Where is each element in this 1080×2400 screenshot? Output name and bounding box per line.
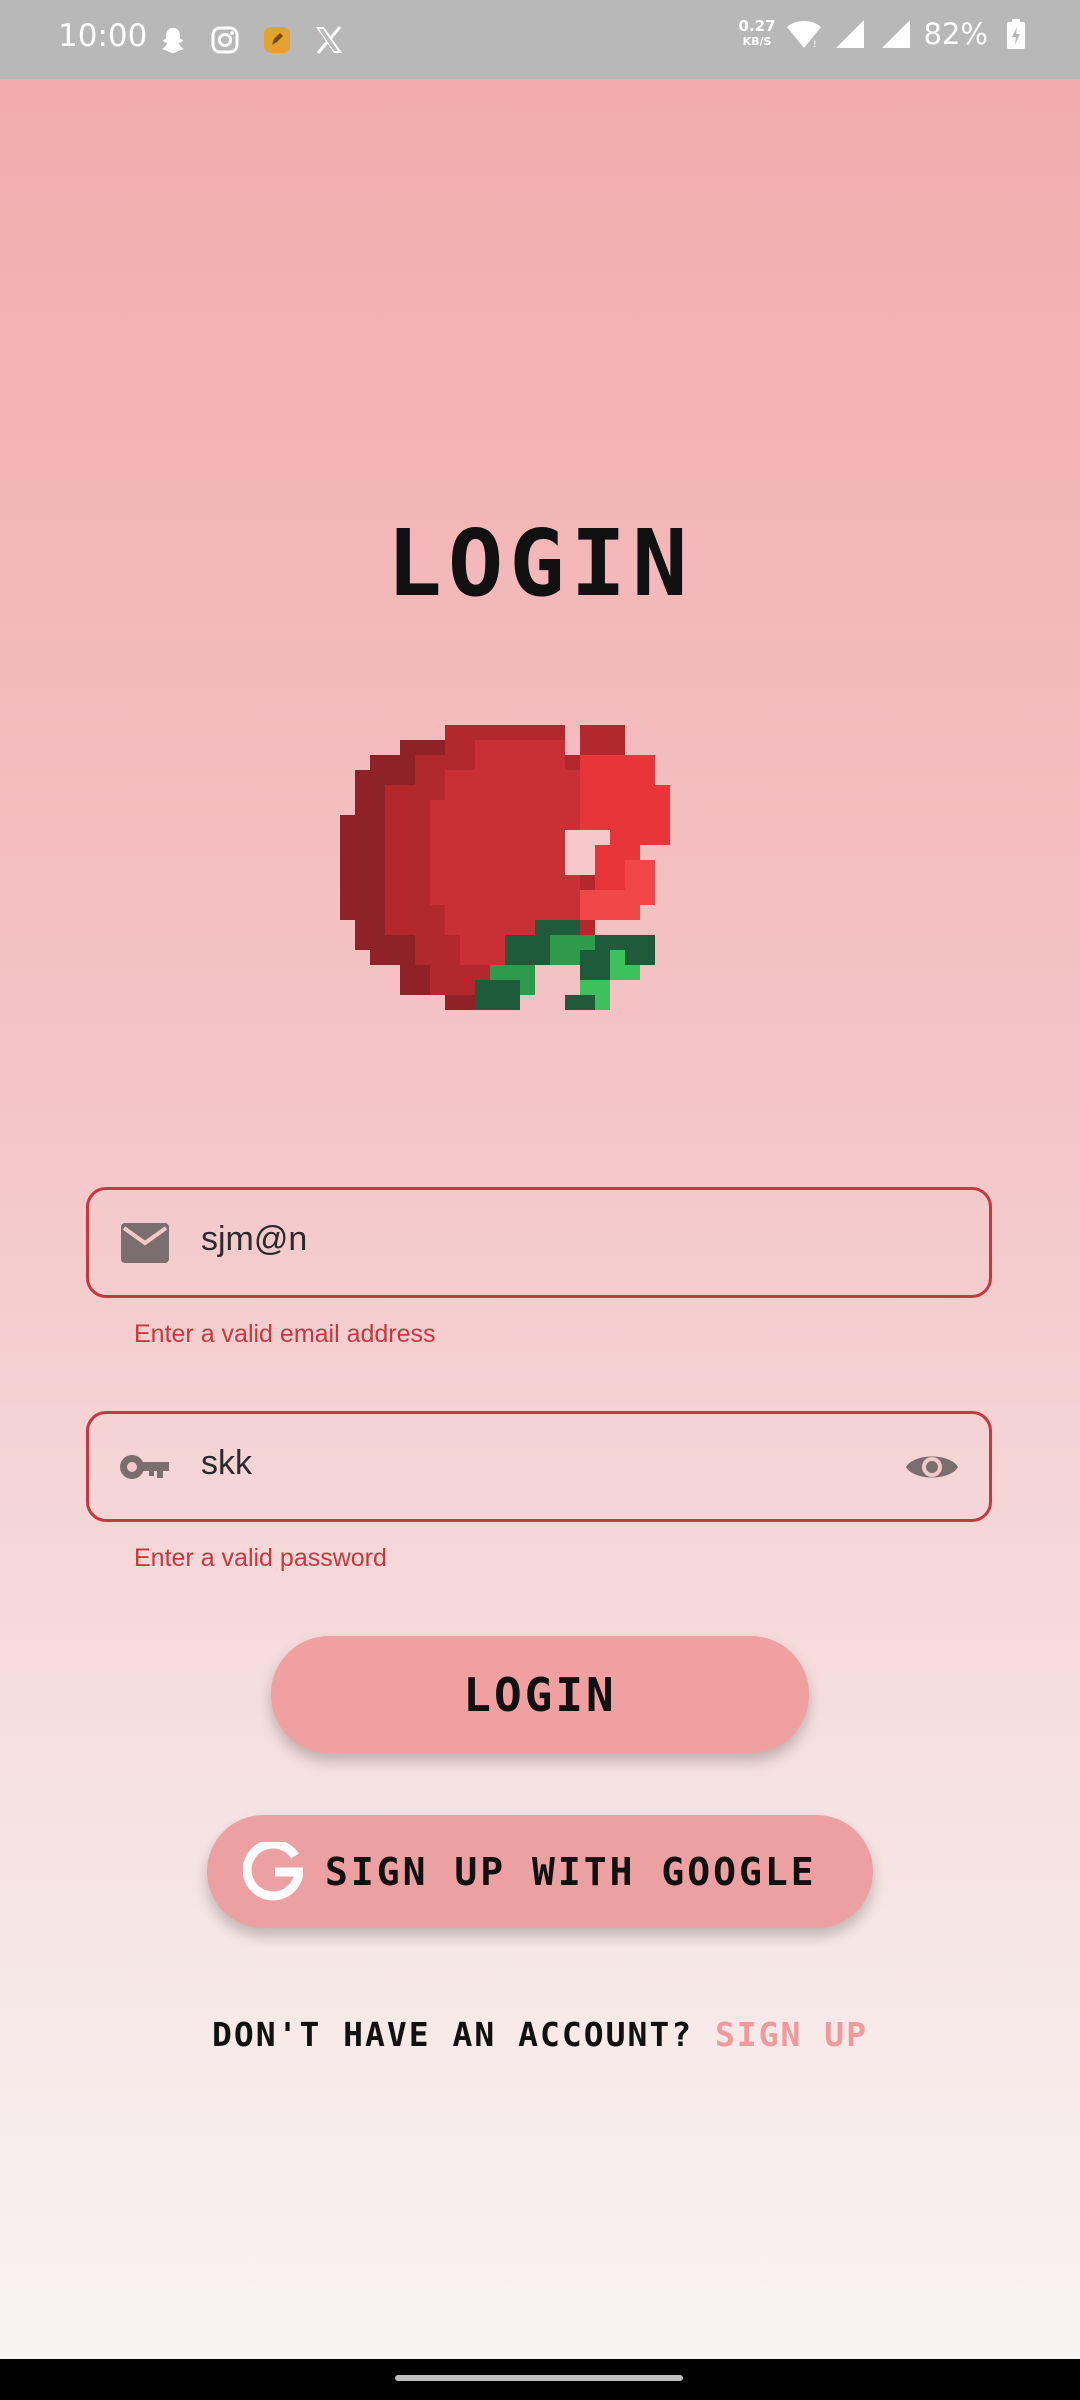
signal-icon-2 [878, 16, 914, 52]
battery-percent: 82% [923, 17, 988, 51]
network-speed-value: 0.27 [738, 17, 776, 35]
password-input[interactable] [201, 1444, 901, 1483]
apple-logo [340, 725, 670, 1010]
navigation-bar [0, 2359, 1080, 2400]
x-icon [311, 22, 347, 58]
login-screen: 10:00 0.27 KB/S ! 82% LOGIN sjm@n Enter … [0, 0, 1080, 2400]
google-icon [243, 1840, 307, 1904]
network-speed: 0.27 KB/S [739, 19, 776, 49]
status-bar: 10:00 0.27 KB/S ! 82% [0, 0, 1080, 79]
home-gesture-handle[interactable] [395, 2375, 683, 2381]
apple-highlight [565, 755, 670, 920]
key-icon [119, 1441, 171, 1493]
password-field[interactable] [86, 1411, 992, 1522]
notification-icons [155, 22, 347, 58]
login-button[interactable]: LOGIN [271, 1636, 809, 1753]
signup-link[interactable]: SIGN UP [715, 2015, 868, 2054]
email-field[interactable] [86, 1187, 992, 1298]
notes-app-icon [259, 22, 295, 58]
google-signup-label: SIGN UP WITH GOOGLE [325, 1849, 817, 1894]
signal-icon [832, 16, 868, 52]
instagram-icon [207, 22, 243, 58]
signup-row: DON'T HAVE AN ACCOUNT? SIGN UP [0, 2015, 1080, 2054]
snapchat-icon [155, 22, 191, 58]
google-signup-button[interactable]: SIGN UP WITH GOOGLE [207, 1815, 873, 1928]
network-speed-unit: KB/S [742, 35, 772, 48]
email-error: Enter a valid email address [134, 1320, 436, 1348]
wifi-icon: ! [786, 16, 822, 52]
email-input[interactable] [201, 1220, 901, 1259]
battery-charging-icon [998, 16, 1034, 52]
eye-icon[interactable] [903, 1441, 961, 1493]
status-time: 10:00 [58, 18, 148, 54]
signup-prompt: DON'T HAVE AN ACCOUNT? [211, 2015, 715, 2054]
system-status: 0.27 KB/S ! 82% [739, 16, 1034, 52]
mail-icon [119, 1217, 171, 1269]
svg-text:!: ! [813, 40, 817, 50]
page-title: LOGIN [386, 510, 694, 617]
password-error: Enter a valid password [134, 1544, 387, 1572]
